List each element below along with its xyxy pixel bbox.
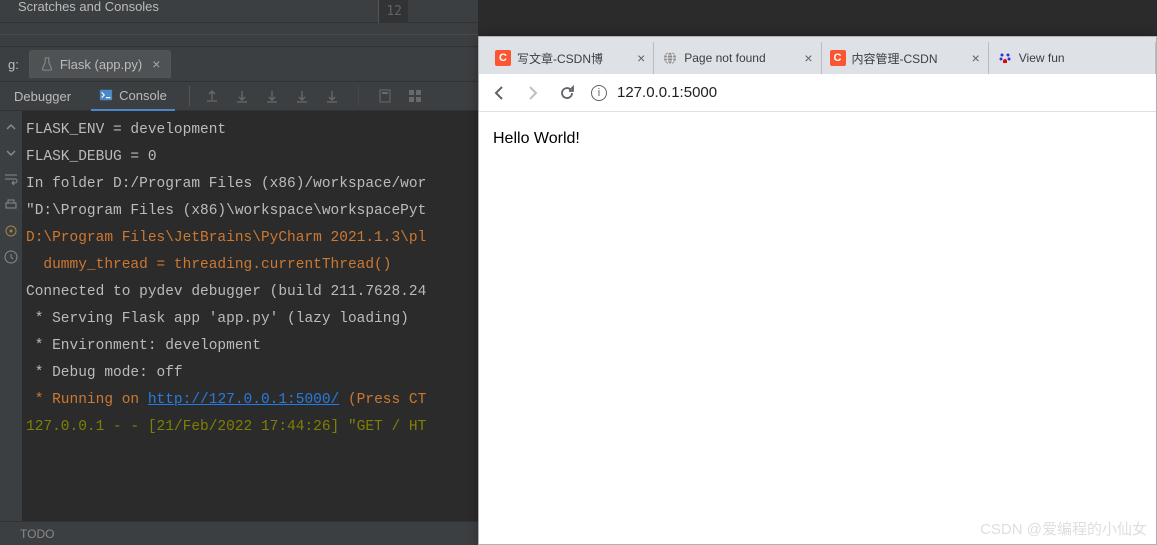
flask-icon [40,57,54,71]
tab-label: 写文章-CSDN博 [517,50,631,67]
browser-tab[interactable]: C 写文章-CSDN博 × [487,42,654,74]
page-content: Hello World! [479,112,1156,166]
console-area: FLASK_ENV = development FLASK_DEBUG = 0 … [0,111,478,521]
console-icon [99,88,113,102]
run-label: g: [8,57,19,72]
csdn-favicon: C [495,50,511,66]
globe-favicon [662,50,678,66]
todo-label[interactable]: TODO [20,527,54,541]
console-tab-label: Console [119,88,167,103]
reload-button[interactable] [557,83,577,103]
bottom-bar: TODO [0,521,478,545]
settings-icon[interactable] [3,223,19,239]
divider [189,86,190,106]
download-icon[interactable] [264,88,280,104]
run-tab-label: Flask (app.py) [60,57,142,72]
folder-divider [0,23,478,47]
clock-icon[interactable] [3,249,19,265]
reload-icon [558,84,576,102]
export-icon[interactable] [204,88,220,104]
arrow-left-icon [490,84,508,102]
url-text: 127.0.0.1:5000 [617,84,717,101]
print-icon[interactable] [3,197,19,213]
watermark: CSDN @爱编程的小仙女 [980,518,1147,539]
download-icon[interactable] [294,88,310,104]
run-tab-bar: g: Flask (app.py) × [0,47,478,81]
debug-toolbar: Debugger Console [0,81,478,111]
close-icon[interactable]: × [972,50,980,66]
console-output[interactable]: FLASK_ENV = development FLASK_DEBUG = 0 … [22,111,478,521]
side-icons [0,111,22,521]
tab-label: Page not found [684,51,798,65]
server-url-link[interactable]: http://127.0.0.1:5000/ [148,392,339,408]
grid-icon[interactable] [407,88,423,104]
info-icon[interactable]: i [591,85,607,101]
line-number: 12 [386,4,402,19]
forward-button[interactable] [523,83,543,103]
wrap-icon[interactable] [3,171,19,187]
browser-tab[interactable]: View fun [989,42,1156,74]
download-icon[interactable] [324,88,340,104]
download-icon[interactable] [234,88,250,104]
arrow-right-icon [524,84,542,102]
console-toolbar [204,86,423,106]
browser-tabs: C 写文章-CSDN博 × Page not found × C 内容管理-CS… [479,37,1156,74]
back-button[interactable] [489,83,509,103]
tab-label: View fun [1019,51,1147,65]
debugger-tab[interactable]: Debugger [4,83,81,110]
close-icon[interactable]: × [637,50,645,66]
up-icon[interactable] [3,119,19,135]
close-icon[interactable]: × [804,50,812,66]
browser-window: C 写文章-CSDN博 × Page not found × C 内容管理-CS… [478,36,1157,545]
divider [358,86,359,106]
close-icon[interactable]: × [152,56,160,72]
browser-tab[interactable]: C 内容管理-CSDN × [822,42,989,74]
baidu-favicon [997,50,1013,66]
calculator-icon[interactable] [377,88,393,104]
url-field[interactable]: i 127.0.0.1:5000 [591,84,1146,101]
console-tab[interactable]: Console [91,82,175,111]
ide-pane: Scratches and Consoles 12 g: Flask (app.… [0,0,478,545]
csdn-favicon: C [830,50,846,66]
browser-tab[interactable]: Page not found × [654,42,821,74]
down-icon[interactable] [3,145,19,161]
tab-label: 内容管理-CSDN [852,50,966,67]
run-config-tab[interactable]: Flask (app.py) × [29,50,172,78]
address-bar: i 127.0.0.1:5000 [479,74,1156,112]
hello-text: Hello World! [493,130,580,147]
